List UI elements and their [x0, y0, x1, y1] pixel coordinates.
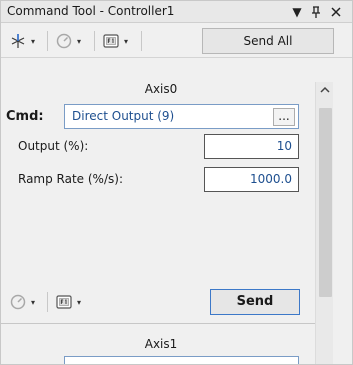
browse-command-button[interactable]: ... [273, 108, 295, 126]
send-button[interactable]: Send [210, 289, 300, 315]
window-title: Command Tool - Controller1 [7, 4, 175, 18]
toolbar-separator [47, 31, 48, 51]
toolbar-separator [47, 292, 48, 312]
cmd-value: Direct Output (9) [72, 109, 175, 123]
gauge-icon [9, 293, 27, 311]
vertical-scrollbar[interactable] [315, 82, 334, 364]
chevron-down-icon: ▾ [31, 297, 36, 307]
window-menu-dropdown-icon[interactable]: ▼ [288, 3, 306, 21]
command-tool-window: Command Tool - Controller1 ▼ ▾ ▾ ▾ Send … [0, 0, 353, 365]
axis-header: Axis1 [144, 337, 178, 351]
gauge-icon [55, 32, 73, 50]
axis-f1-tool-dropdown[interactable]: ▾ [55, 292, 81, 312]
cmd-select[interactable]: Direct Output (9) ... [64, 104, 299, 129]
axis-header: Axis0 [144, 82, 178, 96]
chevron-down-icon: ▾ [31, 36, 36, 46]
ramp-rate-label: Ramp Rate (%/s): [18, 172, 123, 186]
cmd-select[interactable] [64, 356, 299, 364]
toolbar: ▾ ▾ ▾ Send All [1, 24, 352, 58]
f1-tool-dropdown[interactable]: ▾ [102, 31, 128, 51]
cmd-label: Cmd: [6, 109, 44, 124]
asterisk-tool-dropdown[interactable]: ▾ [9, 31, 35, 51]
scrollbar-thumb[interactable] [319, 108, 332, 297]
axis-divider [1, 323, 321, 324]
f1-function-key-icon [55, 293, 73, 311]
ramp-rate-input[interactable]: 1000.0 [204, 167, 299, 192]
axis-gauge-tool-dropdown[interactable]: ▾ [9, 292, 35, 312]
chevron-down-icon: ▾ [77, 297, 82, 307]
close-icon[interactable] [327, 3, 345, 21]
title-bar[interactable]: Command Tool - Controller1 ▼ [1, 1, 352, 23]
asterisk-icon [9, 32, 27, 50]
chevron-down-icon: ▾ [124, 36, 129, 46]
axes-panel: Axis0 Cmd: Direct Output (9) ... Output … [1, 59, 334, 364]
toolbar-separator [94, 31, 95, 51]
output-label: Output (%): [18, 139, 89, 153]
gauge-tool-dropdown[interactable]: ▾ [55, 31, 81, 51]
f1-function-key-icon [102, 32, 120, 50]
send-all-button[interactable]: Send All [202, 28, 334, 54]
scroll-up-icon[interactable] [316, 82, 334, 98]
pin-icon[interactable] [307, 3, 325, 21]
output-input[interactable]: 10 [204, 134, 299, 159]
toolbar-separator [141, 31, 142, 51]
chevron-down-icon: ▾ [77, 36, 82, 46]
